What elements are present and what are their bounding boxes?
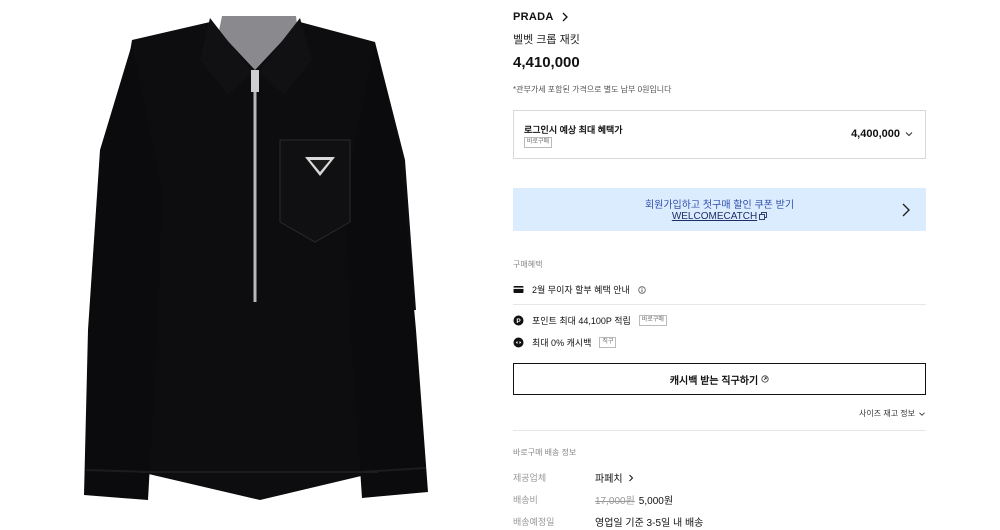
max-benefit-price-box[interactable]: 로그인시 예상 최대 혜택가 바로구매 4,400,000 [513,110,926,159]
copy-icon[interactable] [759,212,768,220]
chevron-down-icon [919,411,925,416]
info-icon[interactable] [638,285,646,294]
external-link-icon [761,375,769,383]
benefit-price: 4,400,000 [851,128,900,140]
size-link-label: 사이즈 재고 정보 [859,409,915,418]
coupon-text: 회원가입하고 첫구매 할인 쿠폰 받기 [644,200,795,211]
provider-link[interactable]: 파페치 [595,470,635,485]
chevron-right-icon [628,474,633,481]
brand-name: PRADA [513,11,554,23]
size-stock-info-link[interactable]: 사이즈 재고 정보 [859,408,926,419]
brand-link[interactable]: PRADA [513,11,570,23]
benefit-tag: 바로구매 [524,137,553,148]
svg-text:P: P [516,318,521,325]
cashback-tag: 직구 [599,337,617,348]
points-info: P 포인트 최대 44,100P 적립 바로구매 [513,314,667,327]
fee-original: 17,000원 [595,496,635,507]
fee-value: 5,000원 [638,496,674,507]
coupon-code: WELCOMECATCH [671,211,758,222]
jacket-illustration [84,16,428,500]
cashback-icon [513,337,524,348]
cashback-info: 최대 0% 캐시백 직구 [513,336,617,349]
provider-value: 파페치 [595,474,623,485]
provider-label: 제공업체 [513,473,547,483]
points-text: 포인트 최대 44,100P 적립 [532,316,631,326]
installment-text: 2월 무이자 할부 혜택 안내 [532,285,630,295]
cashback-text: 최대 0% 캐시백 [532,338,592,348]
buy-button-label: 캐시백 받는 직구하기 [669,375,759,387]
divider [513,304,926,305]
tax-note: *관부가세 포함된 가격으로 별도 납부 0원입니다 [513,85,672,94]
points-tag: 바로구매 [638,315,667,326]
chevron-right-icon [562,12,568,22]
coupon-code-row[interactable]: WELCOMECATCH [513,211,926,222]
points-icon: P [513,315,524,326]
shipping-section-label: 바로구매 배송 정보 [513,448,577,457]
eta-label: 배송예정일 [513,517,555,527]
product-name: 벨벳 크롭 재킷 [513,34,580,46]
product-price: 4,410,000 [513,54,580,71]
installment-info[interactable]: 2월 무이자 할부 혜택 안내 [513,283,646,296]
card-icon [513,286,524,293]
divider [513,430,926,431]
chevron-down-icon [905,132,913,137]
fee-label: 배송비 [513,495,538,505]
product-image[interactable] [0,0,500,530]
purchase-benefits-label: 구매혜택 [513,260,543,269]
fee-values: 17,000원 5,000원 [595,492,673,507]
chevron-right-icon [902,203,910,217]
direct-purchase-button[interactable]: 캐시백 받는 직구하기 [513,363,926,395]
eta-value: 영업일 기준 3-5일 내 배송 [595,518,704,529]
signup-coupon-banner[interactable]: 회원가입하고 첫구매 할인 쿠폰 받기 WELCOMECATCH [513,188,926,231]
benefit-title: 로그인시 예상 최대 혜택가 [524,125,623,135]
